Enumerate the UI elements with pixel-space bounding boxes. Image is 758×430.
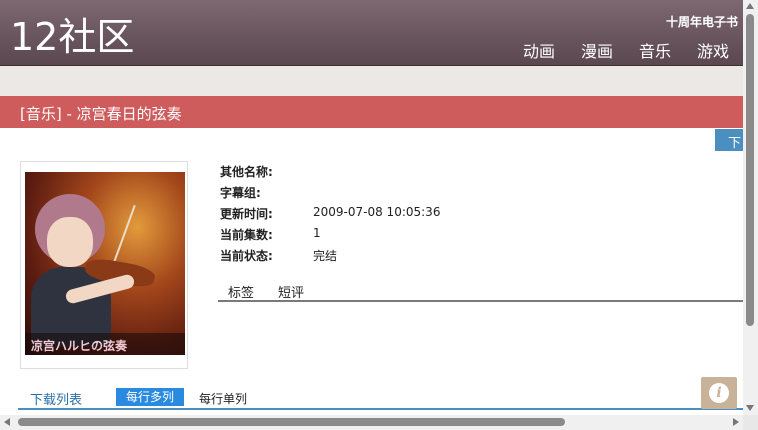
info-value: 完结 [313,249,338,263]
title-bar: [音乐] - 凉宫春日的弦奏 [0,96,743,128]
site-logo[interactable]: 12社区 [10,14,134,60]
info-row-subgroup: 字幕组: [220,184,440,205]
cover-caption: 凉宫ハルヒの弦奏 [25,333,185,355]
info-button[interactable]: i [701,377,737,409]
download-tab[interactable]: 下 [715,129,745,151]
info-row-status: 当前状态: 完结 [220,247,440,268]
nav-music[interactable]: 音乐 [639,38,671,62]
info-panel: 其他名称: 字幕组: 更新时间: 2009-07-08 10:05:36 当前集… [220,163,440,268]
browser-viewport: 12社区 十周年电子书 动画 漫画 音乐 游戏 [音乐] - 凉宫春日的弦奏 下… [0,0,758,430]
cover-frame: 凉宫ハルヒの弦奏 [20,161,188,369]
page-title: [音乐] - 凉宫春日的弦奏 [20,105,182,123]
tab-reviews[interactable]: 短评 [278,282,304,301]
info-row-updated: 更新时间: 2009-07-08 10:05:36 [220,205,440,226]
scrollbar-corner [743,415,758,430]
info-label: 字幕组: [220,186,261,200]
download-list-header: 下载列表 每行多列 每行单列 [18,386,743,410]
download-list-title[interactable]: 下载列表 [30,389,82,408]
horizontal-scroll-thumb[interactable] [18,418,565,426]
detail-tabs: 标签 短评 [218,282,743,302]
anniversary-link[interactable]: 十周年电子书 [666,13,738,30]
nav-games[interactable]: 游戏 [697,38,729,62]
cover-face [47,217,93,267]
multi-column-button[interactable]: 每行多列 [116,388,184,406]
site-header: 12社区 十周年电子书 动画 漫画 音乐 游戏 [0,0,743,66]
info-label: 当前集数: [220,228,273,242]
header-band [0,66,743,96]
info-row-alias: 其他名称: [220,163,440,184]
info-row-episodes: 当前集数: 1 [220,226,440,247]
info-value: 1 [313,226,321,240]
info-icon: i [709,383,729,403]
cover-image: 凉宫ハルヒの弦奏 [25,172,185,355]
info-label: 其他名称: [220,165,273,179]
vertical-scroll-thumb[interactable] [746,14,754,326]
info-label: 当前状态: [220,249,273,263]
scroll-up-icon[interactable] [746,3,754,9]
nav-manga[interactable]: 漫画 [581,38,613,62]
main-nav: 动画 漫画 音乐 游戏 [523,38,729,62]
scroll-down-icon[interactable] [746,405,754,411]
single-column-button[interactable]: 每行单列 [199,390,247,407]
info-label: 更新时间: [220,207,273,221]
vertical-scrollbar[interactable] [743,0,758,415]
tab-tags[interactable]: 标签 [228,282,254,301]
scroll-left-icon[interactable] [4,418,10,426]
nav-anime[interactable]: 动画 [523,38,555,62]
horizontal-scrollbar[interactable] [0,415,743,430]
scroll-right-icon[interactable] [733,418,739,426]
info-value: 2009-07-08 10:05:36 [313,205,441,219]
